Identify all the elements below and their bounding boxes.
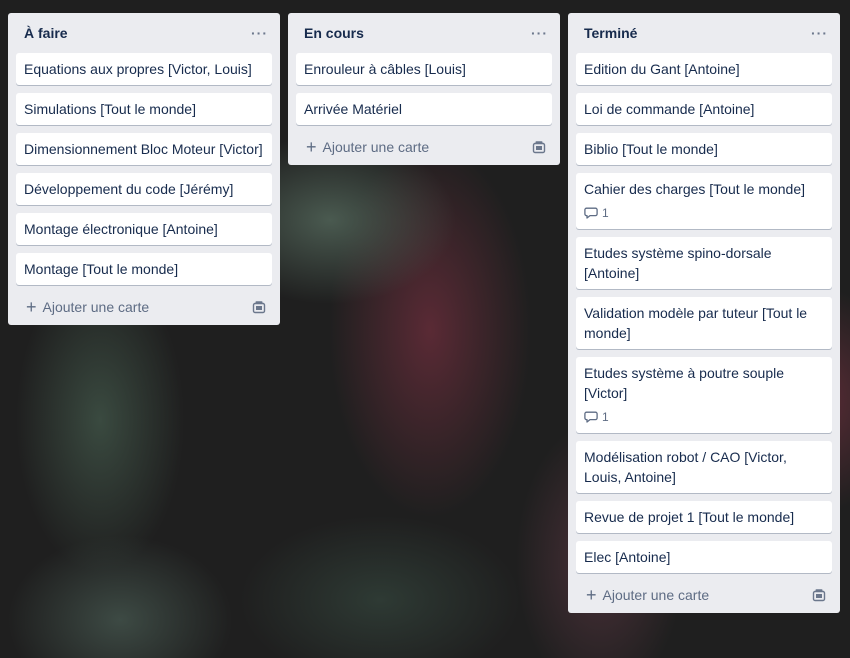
comment-count: 1 — [602, 206, 609, 220]
card-title: Revue de projet 1 [Tout le monde] — [584, 509, 795, 525]
list-title[interactable]: Terminé — [584, 25, 637, 41]
add-card-button[interactable]: + Ajouter une carte — [26, 298, 149, 316]
comment-icon — [584, 207, 598, 219]
card-title: Simulations [Tout le monde] — [24, 101, 196, 117]
card-title: Equations aux propres [Victor, Louis] — [24, 61, 252, 77]
comment-count: 1 — [602, 410, 609, 424]
more-horizontal-icon[interactable]: ··· — [531, 25, 548, 41]
card[interactable]: Dimensionnement Bloc Moteur [Victor] — [16, 133, 272, 165]
card[interactable]: Cahier des charges [Tout le monde] 1 — [576, 173, 832, 229]
more-horizontal-icon[interactable]: ··· — [811, 25, 828, 41]
card[interactable]: Développement du code [Jérémy] — [16, 173, 272, 205]
card[interactable]: Montage [Tout le monde] — [16, 253, 272, 285]
list-title[interactable]: En cours — [304, 25, 364, 41]
comment-badge: 1 — [584, 203, 824, 223]
add-card-label: Ajouter une carte — [322, 139, 430, 155]
plus-icon: + — [586, 585, 597, 605]
list-footer: + Ajouter une carte — [568, 577, 840, 613]
card-list: Enrouleur à câbles [Louis] Arrivée Matér… — [288, 53, 560, 125]
card-title: Cahier des charges [Tout le monde] — [584, 181, 806, 197]
card[interactable]: Loi de commande [Antoine] — [576, 93, 832, 125]
card-template-icon[interactable] — [252, 300, 266, 314]
list-header[interactable]: En cours ··· — [288, 13, 560, 53]
card-title: Loi de commande [Antoine] — [584, 101, 755, 117]
card[interactable]: Arrivée Matériel — [296, 93, 552, 125]
card[interactable]: Montage électronique [Antoine] — [16, 213, 272, 245]
card-title: Etudes système spino-dorsale [Antoine] — [584, 245, 772, 281]
comment-icon — [584, 411, 598, 423]
card-template-icon[interactable] — [812, 588, 826, 602]
card-title: Enrouleur à câbles [Louis] — [304, 61, 466, 77]
list-termine: Terminé ··· Edition du Gant [Antoine] Lo… — [568, 13, 840, 613]
add-card-button[interactable]: + Ajouter une carte — [306, 138, 429, 156]
more-horizontal-icon[interactable]: ··· — [251, 25, 268, 41]
card-title: Arrivée Matériel — [304, 101, 403, 117]
comment-badge: 1 — [584, 407, 824, 427]
card-list: Equations aux propres [Victor, Louis] Si… — [8, 53, 280, 285]
card[interactable]: Validation modèle par tuteur [Tout le mo… — [576, 297, 832, 349]
list-title[interactable]: À faire — [24, 25, 68, 41]
card[interactable]: Elec [Antoine] — [576, 541, 832, 573]
add-card-label: Ajouter une carte — [42, 299, 150, 315]
card-list: Edition du Gant [Antoine] Loi de command… — [568, 53, 840, 573]
card[interactable]: Etudes système à poutre souple [Victor] … — [576, 357, 832, 433]
card-title: Elec [Antoine] — [584, 549, 671, 565]
card-title: Validation modèle par tuteur [Tout le mo… — [584, 305, 808, 341]
list-a-faire: À faire ··· Equations aux propres [Victo… — [8, 13, 280, 325]
card[interactable]: Revue de projet 1 [Tout le monde] — [576, 501, 832, 533]
card[interactable]: Enrouleur à câbles [Louis] — [296, 53, 552, 85]
card-title: Etudes système à poutre souple [Victor] — [584, 365, 785, 401]
card[interactable]: Edition du Gant [Antoine] — [576, 53, 832, 85]
card-template-icon[interactable] — [532, 140, 546, 154]
card[interactable]: Modélisation robot / CAO [Victor, Louis,… — [576, 441, 832, 493]
plus-icon: + — [26, 297, 37, 317]
add-card-button[interactable]: + Ajouter une carte — [586, 586, 709, 604]
card[interactable]: Biblio [Tout le monde] — [576, 133, 832, 165]
card[interactable]: Etudes système spino-dorsale [Antoine] — [576, 237, 832, 289]
list-footer: + Ajouter une carte — [288, 129, 560, 165]
card-title: Edition du Gant [Antoine] — [584, 61, 740, 77]
list-header[interactable]: Terminé ··· — [568, 13, 840, 53]
card-title: Développement du code [Jérémy] — [24, 181, 234, 197]
list-footer: + Ajouter une carte — [8, 289, 280, 325]
card[interactable]: Equations aux propres [Victor, Louis] — [16, 53, 272, 85]
card-title: Montage [Tout le monde] — [24, 261, 179, 277]
card-title: Modélisation robot / CAO [Victor, Louis,… — [584, 449, 787, 485]
card-title: Dimensionnement Bloc Moteur [Victor] — [24, 141, 263, 157]
card-title: Biblio [Tout le monde] — [584, 141, 718, 157]
card-title: Montage électronique [Antoine] — [24, 221, 218, 237]
list-header[interactable]: À faire ··· — [8, 13, 280, 53]
card[interactable]: Simulations [Tout le monde] — [16, 93, 272, 125]
plus-icon: + — [306, 137, 317, 157]
list-en-cours: En cours ··· Enrouleur à câbles [Louis] … — [288, 13, 560, 165]
add-card-label: Ajouter une carte — [602, 587, 710, 603]
